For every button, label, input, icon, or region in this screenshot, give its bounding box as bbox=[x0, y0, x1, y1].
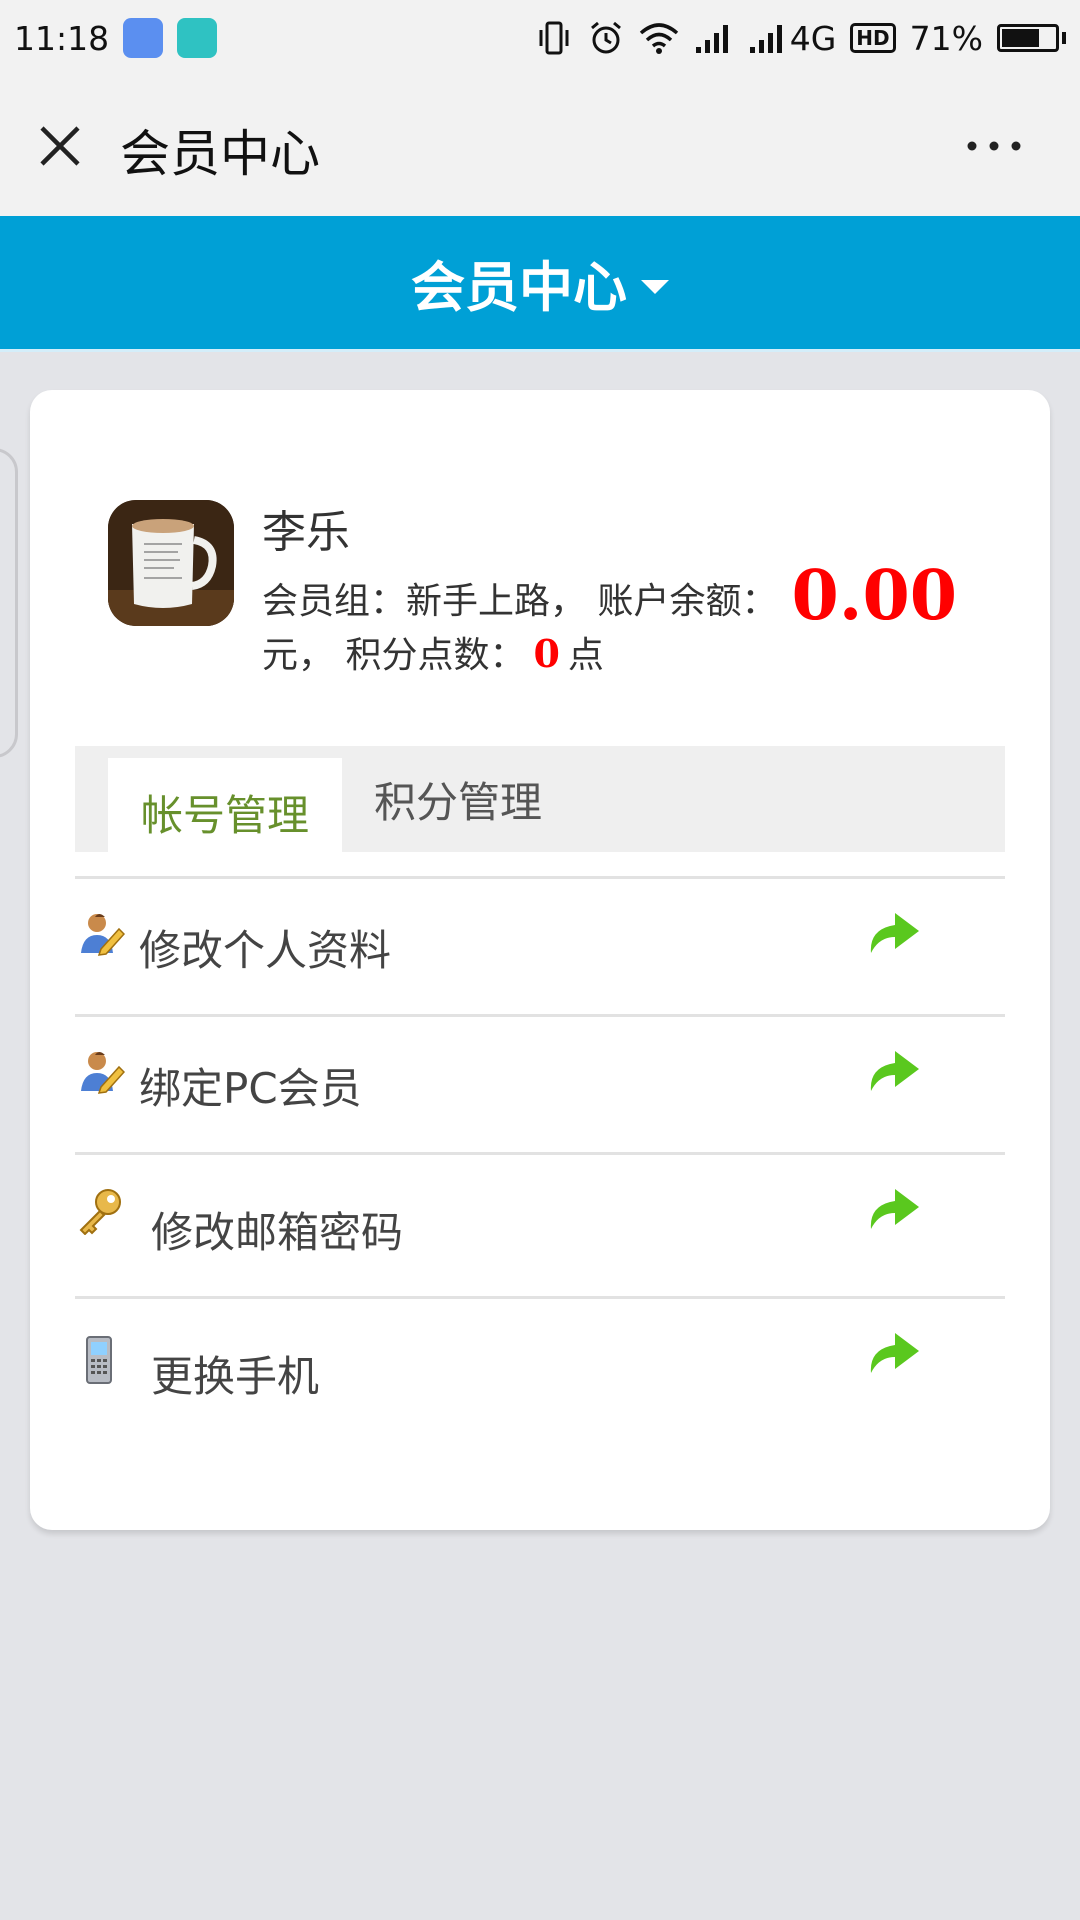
header-dropdown[interactable]: 会员中心 bbox=[0, 216, 1080, 352]
menu-item-label: 修改个人资料 bbox=[139, 926, 392, 975]
avatar[interactable] bbox=[108, 500, 234, 626]
points-value: 0 bbox=[533, 631, 560, 676]
member-card: 李乐 会员组：新手上路， 账户余额： 0.00 元， 积分点数： 0 点 帐号管理 积… bbox=[30, 390, 1050, 1530]
user-edit-icon bbox=[75, 909, 126, 959]
title-bar: 会员中心 bbox=[0, 76, 1080, 216]
tab-bar: 帐号管理 积分管理 bbox=[75, 746, 1005, 858]
close-icon[interactable] bbox=[36, 122, 84, 170]
yuan-points-label: 元， 积分点数： bbox=[262, 635, 526, 676]
menu-item-edit-profile[interactable]: 修改个人资料 bbox=[75, 876, 1005, 1014]
member-info-line: 会员组：新手上路， 账户余额： 0.00 bbox=[262, 550, 957, 636]
status-bar: 11:18 4G HD 71% bbox=[0, 0, 1080, 76]
forward-arrow-icon bbox=[865, 907, 921, 957]
forward-arrow-icon bbox=[865, 1045, 921, 1095]
page-title: 会员中心 bbox=[120, 125, 320, 183]
more-options-icon[interactable] bbox=[964, 134, 1024, 158]
caret-down-icon bbox=[641, 279, 669, 294]
account-menu: 修改个人资料 绑定PC会员 修改邮箱密码 更换手机 bbox=[75, 876, 1005, 1440]
hd-badge: HD bbox=[850, 23, 896, 53]
account-balance: 0.00 bbox=[791, 556, 958, 636]
signal-icon bbox=[748, 21, 788, 55]
vibrate-icon bbox=[534, 20, 574, 56]
key-icon bbox=[75, 1185, 125, 1236]
menu-item-change-phone[interactable]: 更换手机 bbox=[75, 1296, 1005, 1440]
menu-item-label: 修改邮箱密码 bbox=[151, 1208, 404, 1257]
user-edit-icon bbox=[75, 1047, 126, 1097]
header-title: 会员中心 bbox=[411, 256, 627, 319]
menu-item-label: 绑定PC会员 bbox=[139, 1064, 362, 1113]
wifi-icon bbox=[638, 21, 680, 55]
alarm-icon bbox=[588, 20, 624, 56]
status-time: 11:18 bbox=[14, 18, 110, 58]
menu-item-label: 更换手机 bbox=[151, 1352, 320, 1401]
battery-icon bbox=[997, 24, 1066, 52]
group-label: 会员组：新手上路， 账户余额： bbox=[262, 581, 778, 622]
wechat-notification-icon bbox=[123, 18, 164, 58]
menu-item-bind-pc-member[interactable]: 绑定PC会员 bbox=[75, 1014, 1005, 1152]
menu-item-change-email-password[interactable]: 修改邮箱密码 bbox=[75, 1152, 1005, 1296]
tab-points-management[interactable]: 积分管理 bbox=[363, 746, 553, 852]
forward-arrow-icon bbox=[865, 1183, 921, 1233]
side-drawer-handle[interactable] bbox=[0, 448, 18, 758]
forward-arrow-icon bbox=[865, 1327, 921, 1377]
mobile-phone-icon bbox=[75, 1335, 125, 1385]
points-unit: 点 bbox=[567, 635, 604, 676]
points-info-line: 元， 积分点数： 0 点 bbox=[262, 626, 604, 678]
battery-percent: 71% bbox=[909, 18, 983, 58]
scan-notification-icon bbox=[177, 18, 218, 58]
signal-icon bbox=[694, 21, 734, 55]
tab-account-management[interactable]: 帐号管理 bbox=[108, 758, 342, 858]
network-type: 4G bbox=[789, 18, 837, 58]
